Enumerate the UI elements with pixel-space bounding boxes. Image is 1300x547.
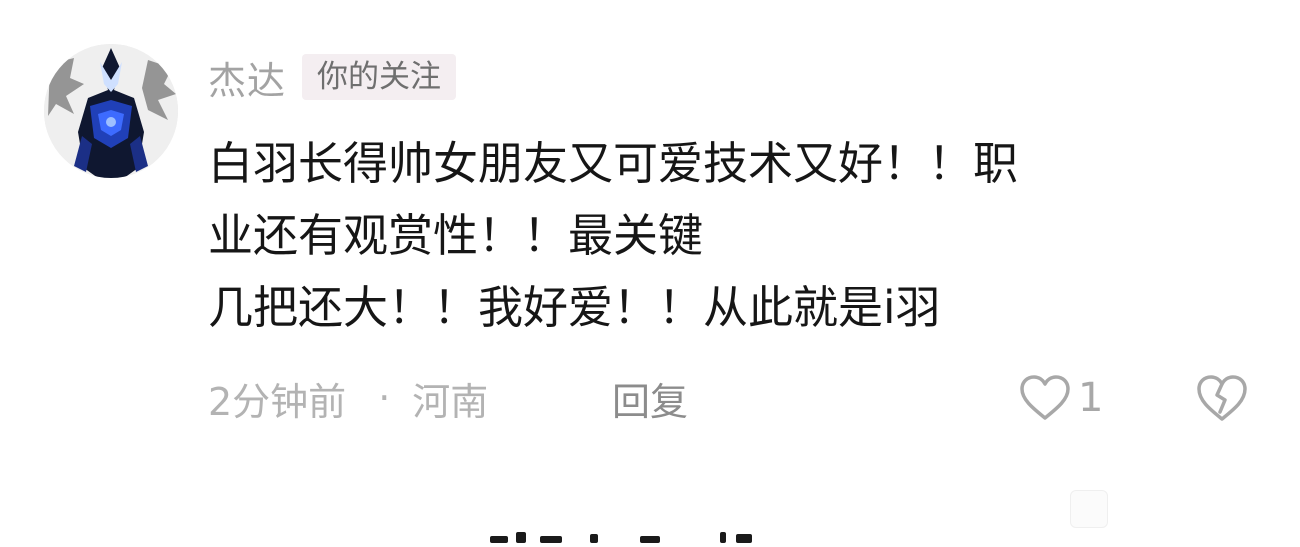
username[interactable]: 杰达 [208, 50, 286, 105]
comment-text-line: 业还有观赏性！！最关键 [208, 209, 704, 262]
follow-tag: 你的关注 [302, 54, 457, 100]
like-count: 1 [1078, 375, 1104, 421]
comment-location: 河南 [412, 379, 489, 424]
comment-text-line: 白羽长得帅女朋友又可爱技术又好！！职 [208, 137, 1019, 190]
comment-text-line: 几把还大！！我好爱！！从此就是i羽 [208, 281, 941, 334]
avatar[interactable] [44, 44, 178, 178]
meta-separator: · [378, 376, 391, 420]
comment-time: 2分钟前 [208, 379, 347, 424]
comment-header: 杰达 你的关注 [208, 50, 457, 105]
floating-square-icon [1070, 490, 1108, 528]
like-button[interactable]: 1 [1018, 370, 1103, 426]
comment-item: 杰达 你的关注 白羽长得帅女朋友又可爱技术又好！！职 业还有观赏性！！最关键 几… [0, 0, 1300, 543]
comment-meta: 2分钟前 · 河南 [208, 372, 488, 424]
heart-outline-icon [1020, 375, 1070, 420]
reply-button[interactable]: 回复 [612, 372, 688, 424]
dislike-button[interactable] [1196, 372, 1248, 424]
comment-text: 白羽长得帅女朋友又可爱技术又好！！职 业还有观赏性！！最关键 几把还大！！我好爱… [208, 128, 1238, 344]
reply-label: 回复 [612, 379, 689, 424]
broken-heart-icon [1197, 375, 1247, 421]
avatar-image [44, 44, 178, 178]
